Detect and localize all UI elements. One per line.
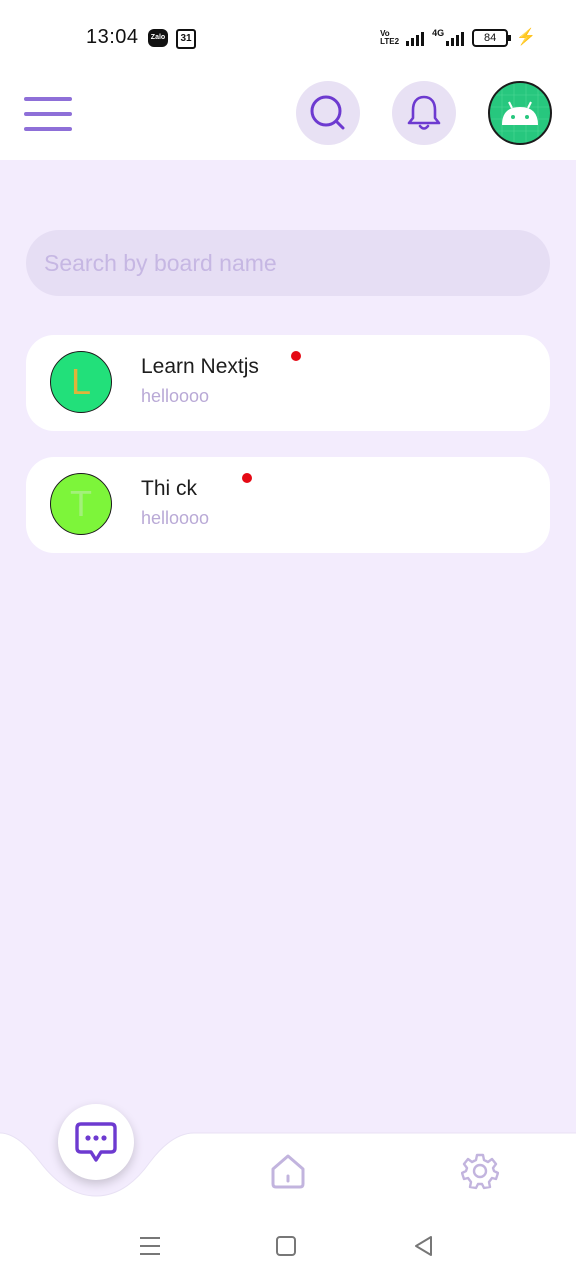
calendar-notification-icon: 31	[176, 29, 196, 49]
board-search-bar[interactable]	[26, 230, 550, 296]
android-avatar-icon	[490, 83, 550, 143]
board-initial: L	[70, 361, 92, 402]
board-title: Thi ck	[141, 477, 198, 500]
notifications-button[interactable]	[392, 81, 456, 145]
chat-bubble-icon	[75, 1122, 117, 1162]
board-card[interactable]: T Thi ck helloooo	[26, 457, 550, 553]
recent-apps-icon[interactable]	[136, 1232, 164, 1260]
system-navigation-bar	[0, 1210, 576, 1280]
battery-indicator: 84	[472, 29, 512, 47]
charging-icon: ⚡	[516, 29, 536, 46]
search-input[interactable]	[42, 248, 526, 278]
board-initial: T	[70, 483, 92, 524]
zalo-notification-icon: Zalo	[148, 29, 168, 47]
chat-nav-button[interactable]	[58, 1104, 134, 1180]
settings-gear-icon	[461, 1153, 499, 1190]
profile-avatar-button[interactable]	[488, 81, 552, 145]
search-icon	[310, 95, 345, 130]
volte-icon: Vo LTE2	[380, 29, 400, 46]
bell-icon	[407, 95, 441, 130]
board-title: Learn Nextjs	[141, 355, 259, 378]
unread-dot	[242, 473, 252, 483]
status-bar: 13:04 Zalo 31 Vo LTE2 4G 84 ⚡	[0, 0, 576, 76]
back-icon[interactable]	[410, 1232, 438, 1260]
network-type-label: 4G	[432, 28, 445, 38]
home-icon	[271, 1154, 305, 1189]
signal-icon-2	[446, 30, 465, 46]
settings-nav-button[interactable]	[460, 1151, 500, 1191]
home-nav-button[interactable]	[268, 1151, 308, 1191]
board-card[interactable]: L Learn Nextjs helloooo	[26, 335, 550, 431]
signal-icon	[406, 30, 425, 46]
status-time: 13:04	[86, 26, 139, 48]
board-avatar: L	[50, 351, 112, 413]
board-last-message: helloooo	[141, 508, 210, 528]
bottom-navigation	[0, 1100, 576, 1210]
home-system-icon[interactable]	[272, 1232, 300, 1260]
status-indicators: Vo LTE2 4G 84 ⚡	[380, 28, 536, 48]
search-button[interactable]	[296, 81, 360, 145]
hamburger-menu-icon[interactable]	[24, 97, 72, 131]
board-last-message: helloooo	[141, 386, 210, 406]
unread-dot	[291, 351, 301, 361]
app-header	[0, 76, 576, 160]
board-avatar: T	[50, 473, 112, 535]
